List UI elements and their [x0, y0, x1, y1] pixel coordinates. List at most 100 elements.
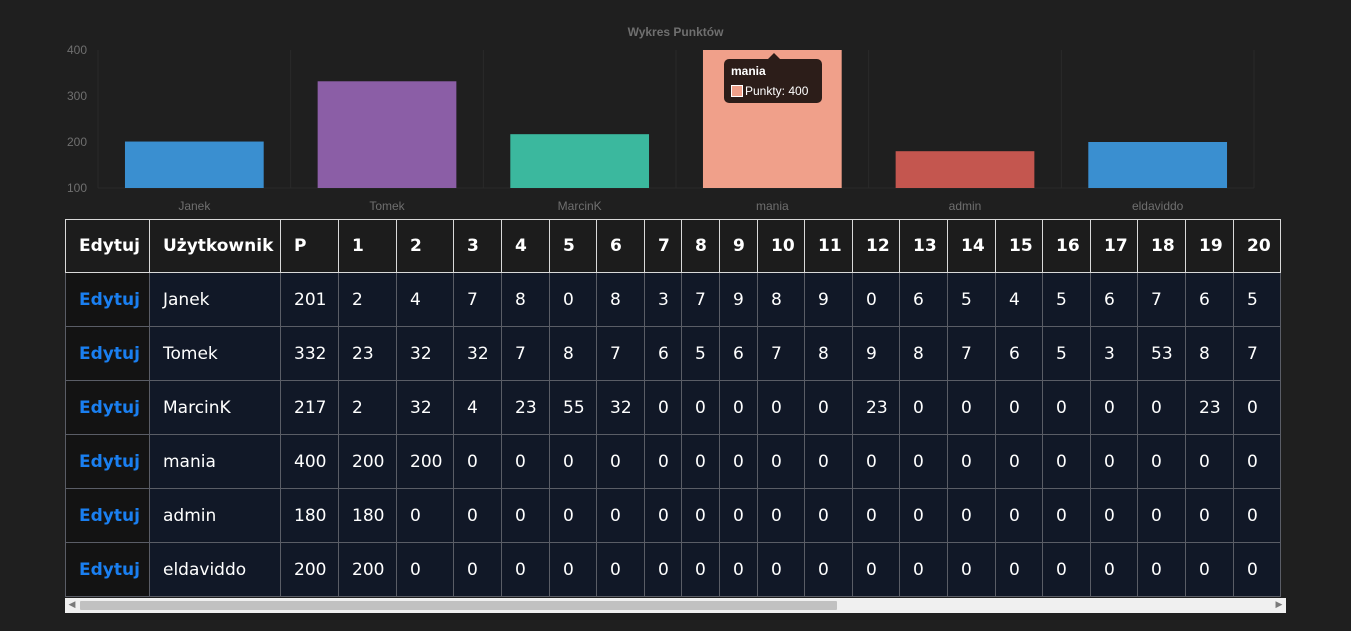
score-cell: 5	[1233, 272, 1281, 327]
score-cell: 0	[719, 542, 758, 597]
tooltip-row: Punkty: 400	[731, 84, 808, 98]
chart-tooltip: mania Punkty: 400	[724, 53, 822, 103]
score-cell: 5	[1042, 272, 1091, 327]
column-header: 8	[681, 219, 720, 273]
score-cell: 0	[501, 542, 550, 597]
bar-eldaviddo[interactable]	[1088, 142, 1228, 188]
edit-link[interactable]: Edytuj	[79, 506, 140, 526]
score-cell: 0	[1185, 434, 1234, 489]
bar-tomek[interactable]	[317, 81, 457, 188]
edit-link[interactable]: Edytuj	[79, 452, 140, 472]
score-cell: 7	[947, 326, 996, 381]
score-cell: 0	[1090, 542, 1138, 597]
column-header: P	[280, 219, 339, 273]
column-header: 12	[852, 219, 900, 273]
score-cell: 6	[1090, 272, 1138, 327]
score-cell: 180	[338, 488, 397, 543]
score-cell: 0	[453, 488, 502, 543]
column-header: 17	[1090, 219, 1138, 273]
score-cell: 0	[757, 542, 805, 597]
score-cell: 7	[501, 326, 550, 381]
score-cell: 0	[899, 380, 948, 435]
score-cell: 23	[1185, 380, 1234, 435]
x-tick-label: Janek	[178, 199, 211, 213]
score-cell: 32	[596, 380, 645, 435]
score-cell: 7	[1137, 272, 1186, 327]
score-cell: 8	[596, 272, 645, 327]
score-cell: 8	[501, 272, 550, 327]
score-cell: 0	[596, 488, 645, 543]
y-tick-label: 100	[67, 181, 87, 195]
column-header: 13	[899, 219, 948, 273]
y-tick-label: 200	[67, 135, 87, 149]
score-cell: 8	[549, 326, 597, 381]
score-cell: 0	[1233, 380, 1281, 435]
total-points-cell: 180	[280, 488, 339, 543]
score-cell: 0	[596, 434, 645, 489]
tooltip-text: Punkty: 400	[745, 84, 809, 98]
score-cell: 55	[549, 380, 597, 435]
column-header: 3	[453, 219, 502, 273]
score-cell: 0	[757, 434, 805, 489]
edit-cell: Edytuj	[65, 488, 150, 543]
edit-link[interactable]: Edytuj	[79, 560, 140, 580]
score-cell: 0	[1042, 434, 1091, 489]
total-points-cell: 332	[280, 326, 339, 381]
score-cell: 0	[681, 434, 720, 489]
edit-link[interactable]: Edytuj	[79, 344, 140, 364]
x-tick-label: Tomek	[369, 199, 405, 213]
scrollbar-thumb[interactable]	[80, 601, 837, 610]
tooltip-swatch	[731, 85, 743, 97]
column-header: 1	[338, 219, 397, 273]
score-cell: 7	[453, 272, 502, 327]
score-cell: 0	[1233, 488, 1281, 543]
scroll-left-arrow-icon[interactable]: ◀	[65, 598, 79, 613]
score-cell: 0	[396, 488, 454, 543]
x-tick-label: eldaviddo	[1132, 199, 1184, 213]
score-cell: 0	[995, 542, 1043, 597]
score-cell: 32	[453, 326, 502, 381]
score-cell: 0	[1090, 434, 1138, 489]
score-cell: 23	[852, 380, 900, 435]
column-header: Użytkownik	[149, 219, 281, 273]
score-cell: 0	[1137, 542, 1186, 597]
score-cell: 0	[453, 434, 502, 489]
bar-janek[interactable]	[124, 141, 264, 188]
column-header: 18	[1137, 219, 1186, 273]
horizontal-scrollbar[interactable]: ◀ ▶	[65, 598, 1286, 613]
score-cell: 32	[396, 380, 454, 435]
score-cell: 0	[453, 542, 502, 597]
score-cell: 4	[396, 272, 454, 327]
score-cell: 0	[757, 380, 805, 435]
score-cell: 0	[644, 434, 682, 489]
score-cell: 0	[501, 434, 550, 489]
score-cell: 0	[804, 542, 853, 597]
score-cell: 0	[681, 488, 720, 543]
edit-cell: Edytuj	[65, 380, 150, 435]
score-cell: 0	[644, 380, 682, 435]
column-header: 19	[1185, 219, 1234, 273]
score-cell: 0	[1042, 542, 1091, 597]
score-cell: 0	[995, 488, 1043, 543]
user-name-cell: MarcinK	[149, 380, 281, 435]
scroll-right-arrow-icon[interactable]: ▶	[1272, 598, 1286, 613]
score-cell: 6	[719, 326, 758, 381]
points-table-container[interactable]: Edytuj Użytkownik P 1 2 3 4 5 6 7 8 9 10 11 12 13 14 15 16…	[65, 219, 1286, 598]
score-cell: 0	[1185, 542, 1234, 597]
score-cell: 0	[852, 434, 900, 489]
bar-marcink[interactable]	[510, 134, 650, 188]
edit-link[interactable]: Edytuj	[79, 290, 140, 310]
score-cell: 0	[681, 380, 720, 435]
edit-link[interactable]: Edytuj	[79, 398, 140, 418]
column-header: 14	[947, 219, 996, 273]
table-header-row: Edytuj Użytkownik P 1 2 3 4 5 6 7 8 9 10 11 12 13 14 15 16…	[65, 219, 1281, 273]
score-cell: 0	[501, 488, 550, 543]
table-row: Edytuj admin 180 180 0 0 0 0 0 0 0 0 0 0 0 0 0 0 0 0 0 0 0	[65, 488, 1281, 543]
score-cell: 0	[899, 542, 948, 597]
bar-admin[interactable]	[895, 151, 1035, 188]
score-cell: 0	[1090, 380, 1138, 435]
column-header: 7	[644, 219, 682, 273]
score-cell: 6	[899, 272, 948, 327]
score-cell: 0	[1090, 488, 1138, 543]
score-cell: 0	[947, 434, 996, 489]
